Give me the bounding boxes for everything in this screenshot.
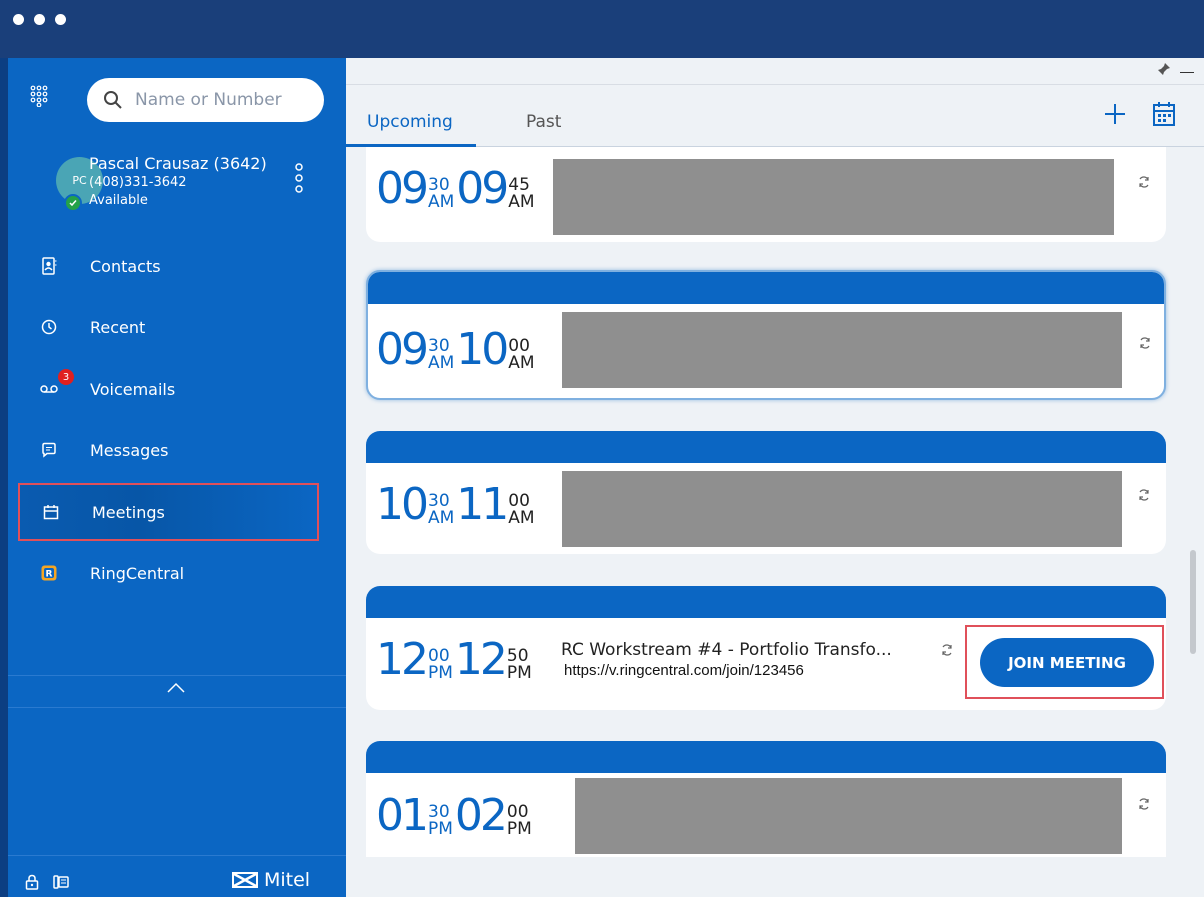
add-meeting-icon[interactable] [1104, 103, 1126, 125]
start-hour: 10 [376, 479, 429, 530]
tab-past[interactable]: Past [526, 112, 561, 132]
scrollbar[interactable] [1190, 550, 1196, 654]
sidebar-item-label: Meetings [92, 502, 165, 522]
start-hour: 09 [376, 324, 429, 375]
title-bar [0, 0, 1204, 59]
meeting-card[interactable]: 09 30 AM 09 45 AM [366, 147, 1166, 242]
start-hour: 12 [376, 634, 429, 685]
sidebar-item-label: RingCentral [90, 563, 185, 583]
divider [8, 707, 346, 708]
start-ampm: AM [428, 192, 455, 212]
lock-icon[interactable] [25, 874, 39, 890]
presence-check-icon [64, 194, 82, 212]
search-icon [104, 91, 122, 109]
sidebar-item-messages[interactable]: Messages [18, 422, 319, 478]
start-hour: 09 [376, 163, 429, 214]
more-options-icon[interactable] [294, 162, 304, 194]
window-zoom-button[interactable] [55, 14, 66, 25]
end-ampm: AM [508, 192, 535, 212]
sidebar-item-contacts[interactable]: Contacts [18, 238, 319, 294]
end-hour: 10 [456, 324, 509, 375]
meeting-card[interactable]: 09 30 AM 10 00 AM [366, 270, 1166, 400]
sidebar-item-label: Contacts [90, 256, 161, 276]
end-ampm: PM [506, 663, 532, 683]
end-hour: 12 [454, 634, 508, 685]
meeting-card-header [366, 741, 1166, 773]
message-icon [38, 439, 60, 461]
recurring-icon [942, 644, 952, 656]
start-ampm: AM [428, 353, 455, 373]
recurring-icon [1139, 176, 1149, 188]
divider [8, 855, 346, 856]
clock-icon [38, 316, 60, 338]
mitel-logo: Mitel [232, 869, 310, 891]
meeting-time: 01 30 PM 02 00 PM [376, 794, 534, 838]
end-hour: 09 [456, 163, 509, 214]
divider [8, 675, 346, 676]
avatar-initials: PC [72, 174, 87, 187]
search-placeholder: Name or Number [135, 90, 282, 110]
sidebar-item-label: Messages [90, 440, 169, 460]
sidebar-item-recent[interactable]: Recent [18, 299, 319, 355]
meeting-card[interactable]: 01 30 PM 02 00 PM [366, 741, 1166, 857]
desk-phone-icon[interactable] [53, 874, 69, 890]
start-ampm: PM [428, 663, 453, 683]
meeting-title[interactable]: RC Workstream #4 - Portfolio Transfo... [561, 640, 892, 660]
meeting-link[interactable]: https://v.ringcentral.com/join/123456 [564, 662, 804, 679]
meeting-time: 09 30 AM 09 45 AM [376, 167, 537, 211]
start-hour: 01 [376, 790, 429, 841]
start-ampm: PM [428, 819, 453, 839]
voicemail-count-badge: 3 [58, 369, 74, 385]
sidebar-item-label: Recent [90, 317, 146, 337]
redacted-meeting-details [553, 159, 1114, 235]
recurring-icon [1139, 798, 1149, 810]
end-ampm: PM [506, 819, 532, 839]
end-hour: 02 [454, 790, 508, 841]
recurring-icon [1139, 489, 1149, 501]
minimize-panel-button[interactable] [1180, 72, 1194, 73]
meeting-card[interactable]: 10 30 AM 11 00 AM [366, 431, 1166, 554]
tab-upcoming[interactable]: Upcoming [367, 112, 453, 132]
chevron-up-icon[interactable] [166, 682, 186, 694]
join-meeting-button[interactable]: JOIN MEETING [980, 638, 1154, 687]
recurring-icon [1140, 337, 1150, 349]
mitel-logo-icon [232, 872, 258, 888]
search-input[interactable]: Name or Number [87, 78, 324, 122]
meeting-time: 10 30 AM 11 00 AM [376, 483, 537, 527]
end-ampm: AM [508, 353, 535, 373]
divider [346, 84, 1204, 85]
redacted-meeting-details [575, 778, 1122, 854]
user-name: Pascal Crausaz (3642) [89, 154, 267, 173]
sidebar-item-label: Voicemails [90, 379, 176, 399]
dialpad-icon[interactable] [30, 85, 48, 107]
meeting-card-header [366, 586, 1166, 618]
user-extension: (408)331-3642 [89, 175, 187, 190]
mitel-brand-text: Mitel [264, 869, 311, 891]
redacted-meeting-details [562, 312, 1122, 388]
meeting-card-header [368, 272, 1164, 304]
start-ampm: AM [428, 508, 455, 528]
end-hour: 11 [456, 479, 509, 530]
voicemail-icon [38, 378, 60, 400]
svg-text:R: R [46, 570, 53, 580]
sidebar-edge [0, 58, 8, 897]
calendar-view-icon[interactable] [1153, 101, 1175, 127]
sidebar-item-ringcentral[interactable]: R RingCentral [18, 545, 319, 601]
ringcentral-icon: R [38, 562, 60, 584]
contacts-icon [38, 255, 60, 277]
pin-icon[interactable] [1157, 62, 1171, 76]
meeting-time: 12 00 PM 12 50 PM [376, 638, 534, 682]
sidebar-item-meetings[interactable]: Meetings [18, 483, 319, 541]
window-close-button[interactable] [13, 14, 24, 25]
meeting-card-header [366, 431, 1166, 463]
meeting-time: 09 30 AM 10 00 AM [376, 328, 537, 372]
redacted-meeting-details [562, 471, 1122, 547]
user-status[interactable]: Available [89, 193, 148, 208]
calendar-icon [40, 501, 62, 523]
window-minimize-button[interactable] [34, 14, 45, 25]
end-ampm: AM [508, 508, 535, 528]
